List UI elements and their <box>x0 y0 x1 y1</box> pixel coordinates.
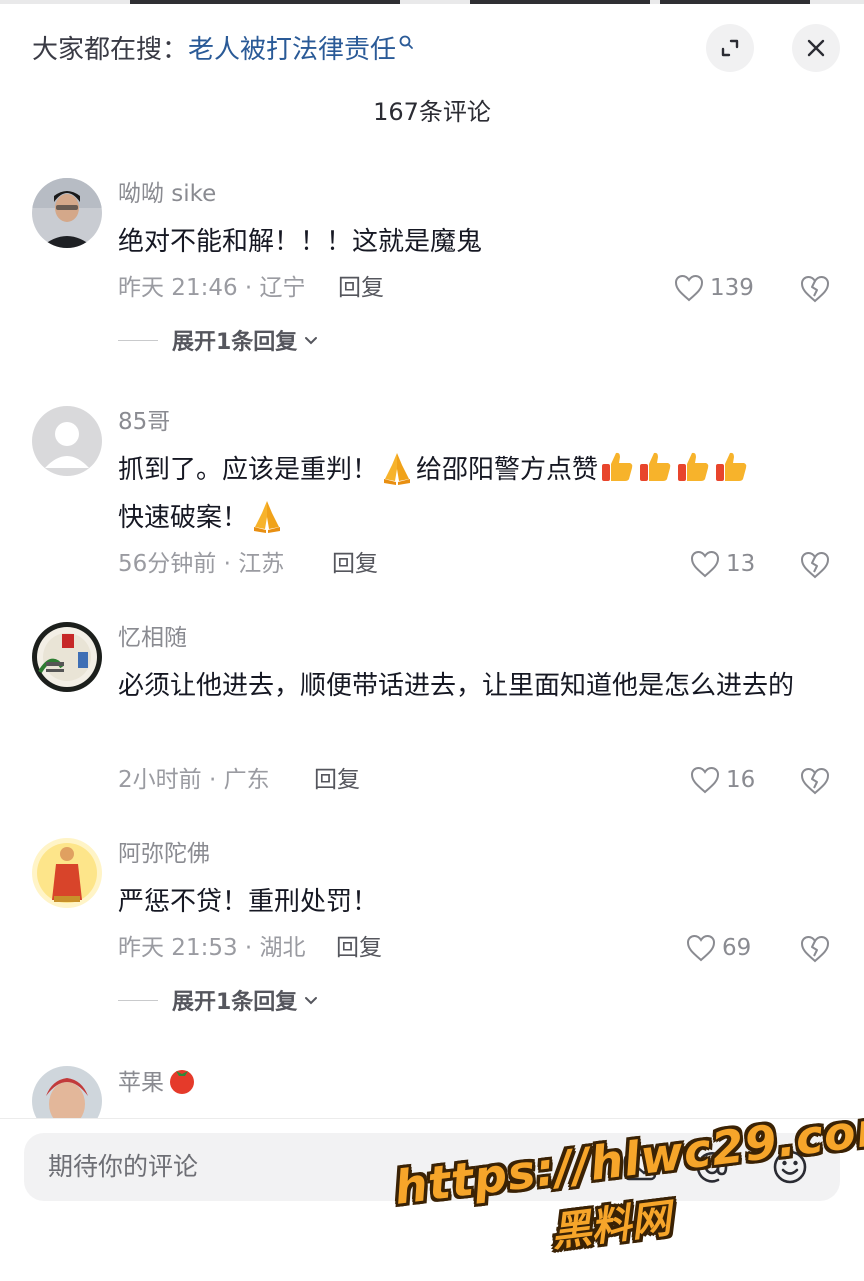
avatar[interactable] <box>32 838 102 908</box>
comment-text-part: 快速破案！ <box>118 503 249 533</box>
like-button[interactable]: 16 <box>688 762 755 798</box>
like-count: 139 <box>710 275 754 301</box>
like-button[interactable]: 13 <box>688 546 755 582</box>
comment-time-location: 昨天 21:53 · 湖北 <box>118 935 306 961</box>
heart-icon <box>674 274 704 302</box>
avatar[interactable] <box>32 622 102 692</box>
thumbs-up-emoji-icon <box>678 452 709 481</box>
heart-icon <box>686 934 716 962</box>
expand-icon <box>721 39 739 57</box>
close-icon <box>807 39 825 57</box>
comment-text: 绝对不能和解！！！这就是魔鬼 <box>118 227 483 257</box>
reply-button[interactable]: 回复 <box>314 762 360 798</box>
comment-time-location: 2小时前 · 广东 <box>118 767 270 793</box>
search-link[interactable]: 老人被打法律责任 <box>188 35 396 65</box>
comment-text-part: 抓到了。应该是重判！ <box>118 455 379 485</box>
expand-button[interactable] <box>706 24 754 72</box>
reply-button[interactable]: 回复 <box>336 930 382 966</box>
thumbs-up-emoji-icon <box>640 452 671 481</box>
search-icon <box>399 35 413 49</box>
reply-button[interactable]: 回复 <box>338 270 384 306</box>
comment-author[interactable]: 呦呦 sike <box>118 176 216 212</box>
comment-count: 167条评论 <box>373 98 491 126</box>
thumbs-up-emoji-icon <box>602 452 633 481</box>
heart-icon <box>690 550 720 578</box>
comment-author-name: 苹果 <box>118 1070 164 1096</box>
pray-emoji-icon <box>254 501 281 533</box>
chevron-down-icon <box>305 337 318 345</box>
dislike-icon[interactable] <box>798 932 832 966</box>
chevron-down-icon <box>305 997 318 1005</box>
search-suggestion[interactable]: 大家都在搜：老人被打法律责任 <box>32 28 416 72</box>
comment-time-location: 昨天 21:46 · 辽宁 <box>118 275 306 301</box>
comment-panel-header: 大家都在搜：老人被打法律责任 <box>0 20 864 82</box>
comment-author[interactable]: 忆相随 <box>118 620 187 656</box>
comment-text: 严惩不贷！重刑处罚！ <box>118 887 379 917</box>
emoji-icon[interactable] <box>770 1147 810 1187</box>
dislike-icon[interactable] <box>798 548 832 582</box>
comment-author[interactable]: 苹果 <box>118 1064 198 1101</box>
top-progress-strip <box>0 0 864 4</box>
comment-author[interactable]: 阿弥陀佛 <box>118 836 210 872</box>
dislike-icon[interactable] <box>798 272 832 306</box>
comment-author[interactable]: 85哥 <box>118 404 170 440</box>
expand-replies-label: 展开1条回复 <box>172 990 298 1015</box>
like-button[interactable]: 139 <box>672 270 754 306</box>
heart-icon <box>690 766 720 794</box>
avatar[interactable] <box>32 178 102 248</box>
dislike-icon[interactable] <box>798 764 832 798</box>
expand-replies-label: 展开1条回复 <box>172 330 298 355</box>
comment-time-location: 56分钟前 · 江苏 <box>118 551 285 577</box>
thumbs-up-emoji-icon <box>716 452 747 481</box>
reply-button[interactable]: 回复 <box>332 546 378 582</box>
like-count: 69 <box>722 935 752 961</box>
like-count: 16 <box>726 767 756 793</box>
like-button[interactable]: 69 <box>684 930 751 966</box>
image-icon[interactable] <box>620 1147 660 1187</box>
expand-replies[interactable]: 展开1条回复 <box>118 322 319 358</box>
like-count: 13 <box>726 551 756 577</box>
divider <box>118 339 158 341</box>
comment-text-part: 给邵阳警方点赞 <box>416 455 599 485</box>
comment-input-placeholder: 期待你的评论 <box>48 1152 199 1181</box>
comment-text: 必须让他进去，顺便带话进去，让里面知道他是怎么进去的 <box>118 671 795 701</box>
divider <box>118 999 158 1001</box>
comment-input[interactable]: 期待你的评论 <box>24 1133 840 1201</box>
pray-emoji-icon <box>384 453 411 485</box>
search-prefix: 大家都在搜： <box>32 35 189 65</box>
avatar[interactable] <box>32 406 102 476</box>
expand-replies[interactable]: 展开1条回复 <box>118 982 319 1018</box>
comment-input-bar: 期待你的评论 <box>0 1118 864 1281</box>
comment-text: 抓到了。应该是重判！ 给邵阳警方点赞快速破案！ <box>118 446 828 542</box>
close-button[interactable] <box>792 24 840 72</box>
at-icon[interactable] <box>692 1147 732 1187</box>
tomato-icon <box>170 1070 194 1094</box>
